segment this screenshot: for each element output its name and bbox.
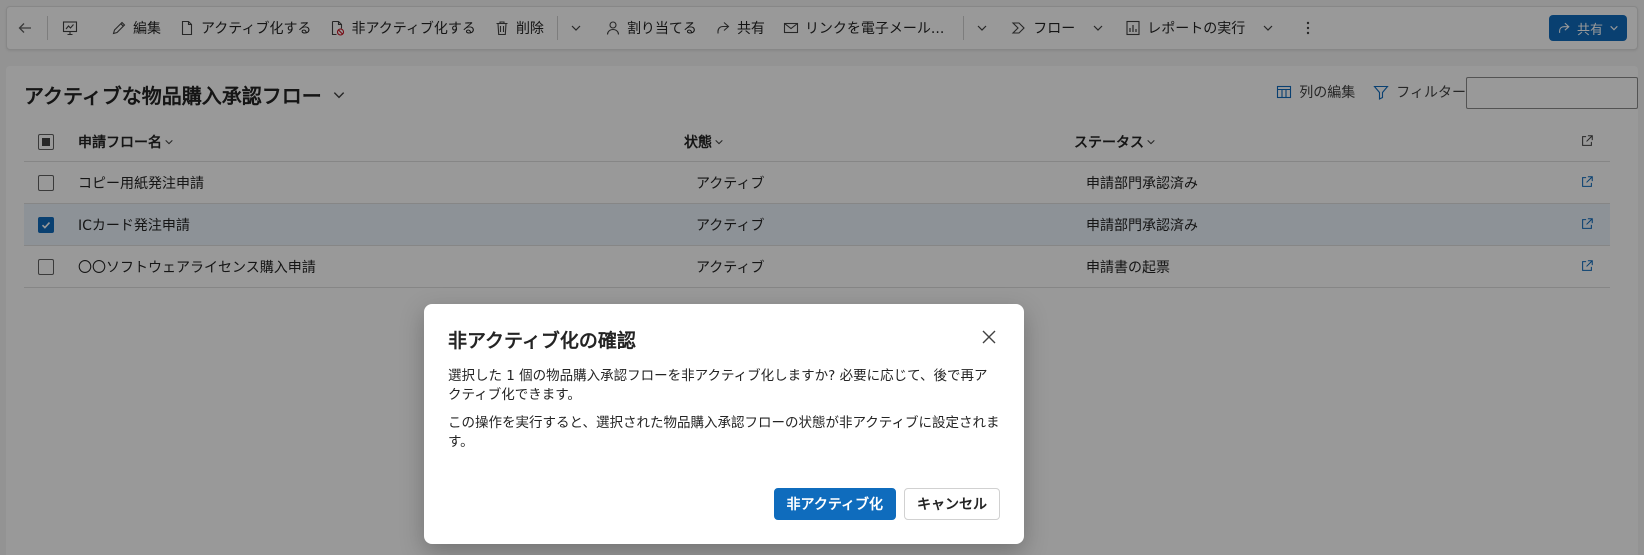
confirm-deactivate-dialog: 非アクティブ化の確認 選択した 1 個の物品購入承認フローを非アクティブ化します… [424, 304, 1024, 544]
dialog-message: 選択した 1 個の物品購入承認フローを非アクティブ化しますか? 必要に応じて、後… [448, 368, 988, 403]
dialog-close-button[interactable] [980, 328, 998, 346]
dialog-title: 非アクティブ化の確認 [448, 330, 636, 352]
dialog-message: この操作を実行すると、選択された物品購入承認フローの状態が非アクティブに設定され… [448, 415, 1000, 450]
confirm-deactivate-button[interactable]: 非アクティブ化 [773, 488, 896, 520]
cancel-button[interactable]: キャンセル [904, 488, 1000, 520]
page: 編集 アクティブ化する 非アクティブ化する 削除 割り当てる 共有 リンクを電子 [0, 0, 1644, 555]
dialog-buttons: 非アクティブ化 キャンセル [773, 488, 1000, 520]
close-icon [982, 330, 996, 344]
